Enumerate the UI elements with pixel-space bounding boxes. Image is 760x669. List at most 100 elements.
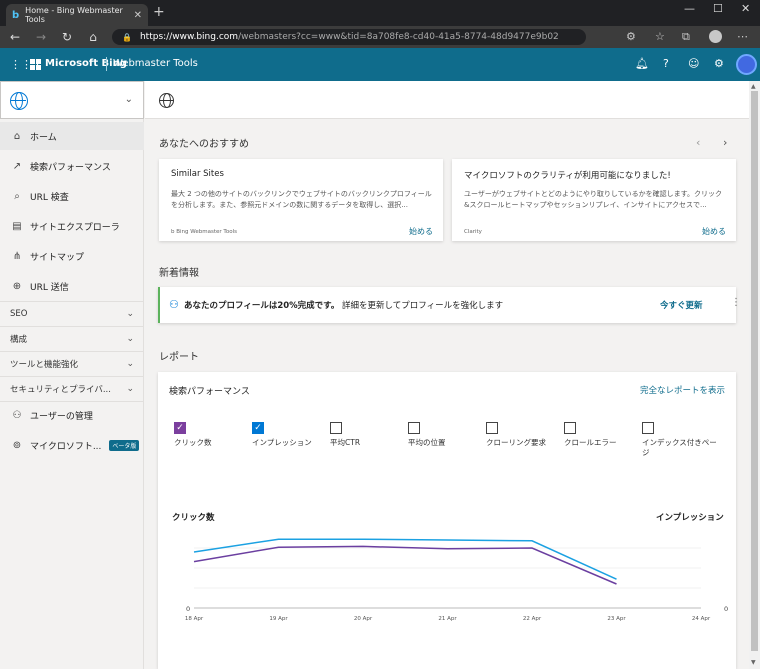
sidebar-item-label: URL 検査: [30, 192, 69, 203]
sidebar-item-home[interactable]: ⌂ ホーム: [0, 122, 144, 150]
beta-badge: ベータ版: [109, 439, 140, 451]
notification-bell-icon[interactable]: 🔔︎: [635, 57, 649, 70]
vertical-scrollbar[interactable]: ▲ ▼: [749, 81, 760, 669]
minimize-button[interactable]: —: [684, 2, 695, 15]
checkbox-unchecked[interactable]: [486, 422, 498, 434]
metric-crawl-errors[interactable]: クロールエラー: [564, 422, 644, 448]
report-card-title: 検索パフォーマンス: [169, 387, 250, 397]
sidebar-item-search-performance[interactable]: ↗ 検索パフォーマンス: [0, 152, 144, 180]
metric-crawl-requests[interactable]: クローリング要求: [486, 422, 566, 448]
chevron-down-icon: ⌄: [126, 333, 134, 344]
url-host: https://www.bing.com: [139, 32, 239, 42]
favorites-icon[interactable]: ☆: [655, 30, 665, 43]
sidebar-item-sitemaps[interactable]: ⋔ サイトマップ: [0, 242, 144, 270]
sidebar-item-label: 検索パフォーマンス: [30, 162, 111, 173]
card-start-link[interactable]: 始める: [409, 226, 433, 237]
help-icon[interactable]: ?: [663, 57, 669, 70]
browser-tab[interactable]: b Home - Bing Webmaster Tools ✕: [6, 4, 148, 26]
left-axis-zero: 0: [186, 605, 190, 613]
collections-icon[interactable]: ⧉: [682, 30, 690, 44]
x-tick-label: 23 Apr: [607, 616, 626, 622]
metric-position[interactable]: 平均の位置: [408, 422, 488, 448]
refresh-icon[interactable]: ↻: [54, 30, 80, 44]
sidebar-group-label: セキュリティとプライバ...: [10, 384, 111, 395]
sidebar-item-user-management[interactable]: ⚇ ユーザーの管理: [0, 401, 144, 429]
metric-ctr[interactable]: 平均CTR: [330, 422, 410, 448]
sidebar-item-microsoft[interactable]: ⊚ マイクロソフト... ベータ版: [0, 431, 144, 459]
header-divider: [106, 57, 107, 71]
recommendation-card[interactable]: Similar Sites 最大 2 つの他のサイトのバックリンクでウェブサイト…: [159, 159, 443, 241]
card-source: b Bing Webmaster Tools: [171, 229, 237, 235]
update-now-link[interactable]: 今すぐ更新: [660, 299, 703, 311]
globe-icon: ⊕: [12, 280, 22, 292]
user-profile-avatar[interactable]: [736, 54, 757, 75]
browser-menu-icon[interactable]: ⋯: [737, 30, 748, 43]
notification-bold: あなたのプロフィールは20%完成です。: [184, 301, 340, 311]
checkbox-unchecked[interactable]: [564, 422, 576, 434]
news-title: 新着情報: [159, 268, 199, 279]
browser-profile-avatar[interactable]: [709, 30, 722, 43]
maximize-button[interactable]: ☐: [713, 2, 723, 15]
scroll-up-icon[interactable]: ▲: [751, 83, 756, 90]
search-icon: ⌕: [14, 190, 20, 202]
recommendation-card[interactable]: マイクロソフトのクラリティが利用可能になりました! ユーザーがウェブサイトとどの…: [452, 159, 736, 241]
chevron-down-icon: ⌄: [126, 358, 134, 369]
browser-tab-bar: b Home - Bing Webmaster Tools ✕ + — ☐ ✕: [0, 0, 760, 26]
sidebar-item-url-inspection[interactable]: ⌕ URL 検査: [0, 182, 144, 210]
card-start-link[interactable]: 始める: [702, 226, 726, 237]
x-tick-label: 24 Apr: [692, 616, 711, 622]
sidebar-group-label: ツールと機能強化: [10, 359, 79, 370]
microsoft-logo-icon: [30, 59, 41, 70]
more-options-icon[interactable]: ⋮: [731, 297, 741, 308]
settings-gear-icon[interactable]: ⚙: [714, 57, 724, 70]
sidebar-group-security[interactable]: セキュリティとプライバ... ⌄: [0, 376, 144, 400]
forward-icon[interactable]: →: [28, 30, 54, 44]
trend-icon: ↗: [12, 160, 22, 172]
metric-clicks[interactable]: ✓ クリック数: [174, 422, 254, 448]
sidebar-group-configuration[interactable]: 構成 ⌄: [0, 326, 144, 350]
lock-icon: 🔒: [122, 32, 132, 42]
sitemap-icon: ⋔: [12, 250, 22, 262]
checkbox-unchecked[interactable]: [408, 422, 420, 434]
window-close-button[interactable]: ✕: [741, 2, 750, 15]
feedback-smiley-icon[interactable]: ☺: [688, 57, 699, 70]
sidebar-item-label: マイクロソフト...: [30, 441, 102, 452]
checkbox-unchecked[interactable]: [330, 422, 342, 434]
product-name[interactable]: Webmaster Tools: [113, 58, 198, 69]
right-axis-zero: 0: [724, 605, 728, 613]
sidebar-group-seo[interactable]: SEO ⌄: [0, 301, 144, 325]
card-source: Clarity: [464, 229, 482, 235]
site-permissions-icon[interactable]: ⚙: [626, 30, 636, 43]
metric-indexed-pages[interactable]: インデックス付きページ: [642, 422, 717, 458]
carousel-prev-icon[interactable]: ‹: [696, 136, 700, 149]
metric-label: インデックス付きページ: [642, 438, 717, 457]
metric-label: クリック数: [174, 438, 212, 447]
user-profile-icon: ⚇: [169, 298, 179, 311]
full-report-link[interactable]: 完全なレポートを表示: [640, 384, 725, 396]
sidebar-item-url-submission[interactable]: ⊕ URL 送信: [0, 272, 144, 300]
metric-label: インプレッション: [252, 438, 312, 447]
profile-notification: ⚇ あなたのプロフィールは20%完成です。 詳細を更新してプロフィールを強化しま…: [158, 287, 741, 323]
sidebar-group-tools[interactable]: ツールと機能強化 ⌄: [0, 351, 144, 375]
metric-impressions[interactable]: ✓ インプレッション: [252, 422, 332, 448]
scroll-down-icon[interactable]: ▼: [751, 659, 756, 666]
sidebar-item-label: サイトマップ: [30, 252, 85, 263]
document-icon: ▤: [12, 220, 22, 232]
sidebar-item-site-explorer[interactable]: ▤ サイトエクスプローラ: [0, 212, 144, 240]
carousel-next-icon[interactable]: ›: [723, 136, 727, 149]
checkbox-unchecked[interactable]: [642, 422, 654, 434]
sidebar-group-label: 構成: [10, 334, 28, 345]
checkbox-checked[interactable]: ✓: [174, 422, 186, 434]
home-icon[interactable]: ⌂: [80, 30, 106, 44]
checkbox-checked[interactable]: ✓: [252, 422, 264, 434]
tab-close-icon[interactable]: ✕: [134, 10, 142, 21]
x-tick-label: 20 Apr: [354, 616, 373, 622]
back-icon[interactable]: ←: [2, 30, 28, 44]
site-selector[interactable]: ⌄: [0, 81, 144, 119]
chevron-down-icon: ⌄: [126, 383, 134, 394]
sidebar-item-label: ホーム: [30, 132, 57, 143]
scroll-thumb[interactable]: [751, 91, 758, 651]
tab-title: Home - Bing Webmaster Tools: [25, 6, 123, 24]
new-tab-button[interactable]: +: [153, 4, 165, 20]
url-field[interactable]: 🔒 https://www.bing.com/webmasters?cc=www…: [112, 29, 586, 45]
